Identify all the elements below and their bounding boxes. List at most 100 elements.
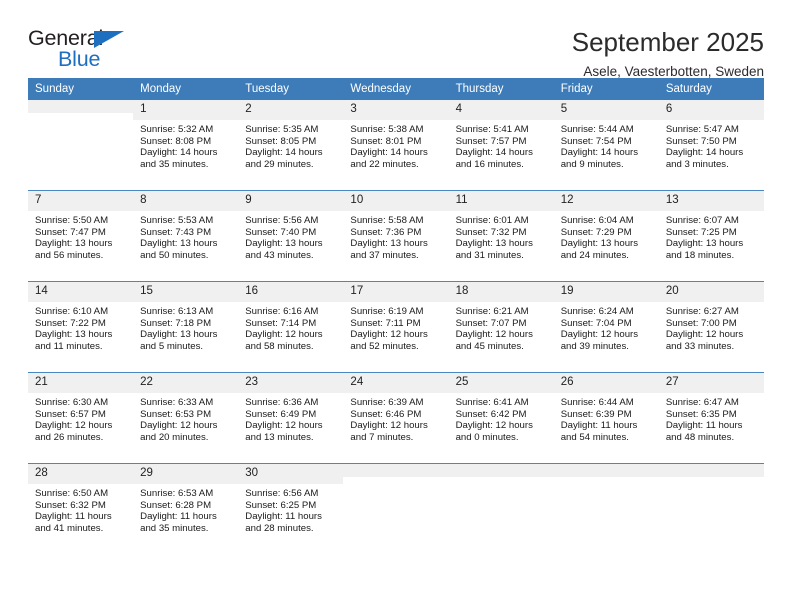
day-number: 3 <box>343 100 449 120</box>
calendar-day-cell[interactable]: 2 Sunrise: 5:35 AM Sunset: 8:05 PM Daylight… <box>238 100 344 191</box>
sunset-text: Sunset: 6:46 PM <box>350 408 422 420</box>
weekday-header-thursday: Thursday <box>448 78 554 100</box>
daylight-text: Daylight: 13 hours and 11 minutes. <box>35 329 113 352</box>
calendar-day-cell[interactable]: 4 Sunrise: 5:41 AM Sunset: 7:57 PM Daylight… <box>448 100 554 191</box>
day-details: Sunrise: 6:24 AM Sunset: 7:04 PM Daylight:… <box>554 302 659 352</box>
day-number: 8 <box>133 191 239 211</box>
weekday-header-tuesday: Tuesday <box>238 78 344 100</box>
daylight-text: Daylight: 13 hours and 31 minutes. <box>455 238 533 261</box>
sunset-text: Sunset: 7:00 PM <box>665 317 737 329</box>
calendar-day-cell[interactable]: 10 Sunrise: 5:58 AM Sunset: 7:36 PM Dayligh… <box>343 190 449 282</box>
calendar-day-cell[interactable]: 15 Sunrise: 6:13 AM Sunset: 7:18 PM Dayligh… <box>133 281 239 373</box>
weekday-header-monday: Monday <box>133 78 239 100</box>
calendar-day-cell[interactable]: 22 Sunrise: 6:33 AM Sunset: 6:53 PM Dayligh… <box>133 372 239 464</box>
sunrise-text: Sunrise: 6:21 AM <box>455 306 529 317</box>
day-details: Sunrise: 6:47 AM Sunset: 6:35 PM Daylight:… <box>659 393 764 443</box>
page-header: General Blue September 2025 Asele, Vaest… <box>28 0 764 79</box>
daylight-text: Daylight: 13 hours and 37 minutes. <box>350 238 428 261</box>
day-number: 2 <box>238 100 344 120</box>
sunrise-text: Sunrise: 6:13 AM <box>140 306 214 317</box>
sunrise-text: Sunrise: 5:38 AM <box>350 124 424 135</box>
calendar-day-cell[interactable]: 9 Sunrise: 5:56 AM Sunset: 7:40 PM Daylight… <box>238 190 344 282</box>
calendar-day-cell[interactable]: 3 Sunrise: 5:38 AM Sunset: 8:01 PM Daylight… <box>343 100 449 191</box>
day-number: 29 <box>133 464 239 484</box>
day-number: 1 <box>133 100 239 120</box>
calendar-day-cell-empty <box>448 463 554 554</box>
sunrise-text: Sunrise: 6:33 AM <box>140 397 214 408</box>
calendar-week-row: 14 Sunrise: 6:10 AM Sunset: 7:22 PM Dayligh… <box>28 281 764 373</box>
sunset-text: Sunset: 7:32 PM <box>455 226 527 238</box>
daylight-text: Daylight: 13 hours and 50 minutes. <box>140 238 218 261</box>
calendar-day-cell[interactable]: 8 Sunrise: 5:53 AM Sunset: 7:43 PM Daylight… <box>133 190 239 282</box>
daylight-text: Daylight: 12 hours and 20 minutes. <box>140 420 218 443</box>
calendar-day-cell[interactable]: 11 Sunrise: 6:01 AM Sunset: 7:32 PM Dayligh… <box>448 190 554 282</box>
sunrise-text: Sunrise: 6:44 AM <box>560 397 634 408</box>
calendar-day-cell[interactable]: 25 Sunrise: 6:41 AM Sunset: 6:42 PM Dayligh… <box>448 372 554 464</box>
calendar-day-cell[interactable]: 21 Sunrise: 6:30 AM Sunset: 6:57 PM Dayligh… <box>28 372 134 464</box>
calendar-day-cell[interactable]: 24 Sunrise: 6:39 AM Sunset: 6:46 PM Dayligh… <box>343 372 449 464</box>
daylight-text: Daylight: 14 hours and 3 minutes. <box>665 147 744 170</box>
sunset-text: Sunset: 8:01 PM <box>350 135 422 147</box>
sunset-text: Sunset: 6:42 PM <box>455 408 527 420</box>
calendar-day-cell[interactable]: 14 Sunrise: 6:10 AM Sunset: 7:22 PM Dayligh… <box>28 281 134 373</box>
day-details: Sunrise: 6:13 AM Sunset: 7:18 PM Daylight:… <box>133 302 238 352</box>
day-number: 24 <box>343 373 449 393</box>
sunset-text: Sunset: 8:05 PM <box>245 135 317 147</box>
sunrise-text: Sunrise: 5:41 AM <box>455 124 529 135</box>
calendar-day-cell[interactable]: 26 Sunrise: 6:44 AM Sunset: 6:39 PM Dayligh… <box>553 372 659 464</box>
calendar-day-cell[interactable]: 27 Sunrise: 6:47 AM Sunset: 6:35 PM Dayligh… <box>658 372 764 464</box>
logo-text-blue: Blue <box>58 47 101 71</box>
sunset-text: Sunset: 7:54 PM <box>560 135 632 147</box>
calendar-day-cell[interactable]: 1 Sunrise: 5:32 AM Sunset: 8:08 PM Daylight… <box>133 100 239 191</box>
sunset-text: Sunset: 7:18 PM <box>140 317 212 329</box>
sunset-text: Sunset: 7:50 PM <box>665 135 737 147</box>
day-number: 11 <box>448 191 554 211</box>
calendar-week-row: 28 Sunrise: 6:50 AM Sunset: 6:32 PM Dayligh… <box>28 463 764 554</box>
daylight-text: Daylight: 12 hours and 26 minutes. <box>35 420 113 443</box>
day-details: Sunrise: 5:47 AM Sunset: 7:50 PM Daylight:… <box>659 120 764 170</box>
sunrise-text: Sunrise: 6:39 AM <box>350 397 424 408</box>
sunset-text: Sunset: 6:57 PM <box>35 408 106 420</box>
daylight-text: Daylight: 11 hours and 41 minutes. <box>35 511 112 534</box>
sunrise-text: Sunrise: 6:36 AM <box>245 397 319 408</box>
sunset-text: Sunset: 7:29 PM <box>560 226 632 238</box>
calendar-day-cell[interactable]: 7 Sunrise: 5:50 AM Sunset: 7:47 PM Daylight… <box>28 190 134 282</box>
sunset-text: Sunset: 7:07 PM <box>455 317 527 329</box>
day-details: Sunrise: 6:07 AM Sunset: 7:25 PM Daylight:… <box>659 211 764 261</box>
daylight-text: Daylight: 14 hours and 9 minutes. <box>560 147 639 170</box>
day-number: 7 <box>28 191 134 211</box>
calendar-day-cell[interactable]: 6 Sunrise: 5:47 AM Sunset: 7:50 PM Daylight… <box>658 100 764 191</box>
sunrise-text: Sunrise: 5:47 AM <box>665 124 739 135</box>
sunrise-text: Sunrise: 6:47 AM <box>665 397 739 408</box>
day-details: Sunrise: 5:53 AM Sunset: 7:43 PM Daylight:… <box>133 211 238 261</box>
day-details: Sunrise: 5:41 AM Sunset: 7:57 PM Daylight:… <box>449 120 554 170</box>
calendar-day-cell[interactable]: 28 Sunrise: 6:50 AM Sunset: 6:32 PM Dayligh… <box>28 463 134 554</box>
sunset-text: Sunset: 7:36 PM <box>350 226 422 238</box>
day-details: Sunrise: 6:16 AM Sunset: 7:14 PM Daylight:… <box>238 302 343 352</box>
calendar-day-cell[interactable]: 16 Sunrise: 6:16 AM Sunset: 7:14 PM Dayligh… <box>238 281 344 373</box>
day-number: 25 <box>448 373 554 393</box>
calendar-page: General Blue September 2025 Asele, Vaest… <box>0 0 792 612</box>
calendar-day-cell[interactable]: 29 Sunrise: 6:53 AM Sunset: 6:28 PM Dayligh… <box>133 463 239 554</box>
calendar-day-cell[interactable]: 23 Sunrise: 6:36 AM Sunset: 6:49 PM Dayligh… <box>238 372 344 464</box>
calendar-day-cell[interactable]: 18 Sunrise: 6:21 AM Sunset: 7:07 PM Dayligh… <box>448 281 554 373</box>
day-number <box>343 464 449 477</box>
day-details: Sunrise: 6:50 AM Sunset: 6:32 PM Daylight:… <box>28 484 133 534</box>
calendar-day-cell[interactable]: 30 Sunrise: 6:56 AM Sunset: 6:25 PM Dayligh… <box>238 463 344 554</box>
calendar-day-cell[interactable]: 12 Sunrise: 6:04 AM Sunset: 7:29 PM Dayligh… <box>553 190 659 282</box>
day-number: 13 <box>658 191 764 211</box>
day-number: 10 <box>343 191 449 211</box>
daylight-text: Daylight: 14 hours and 29 minutes. <box>245 147 323 170</box>
sunrise-text: Sunrise: 5:35 AM <box>245 124 319 135</box>
sunrise-text: Sunrise: 6:27 AM <box>665 306 739 317</box>
calendar-day-cell[interactable]: 17 Sunrise: 6:19 AM Sunset: 7:11 PM Dayligh… <box>343 281 449 373</box>
calendar-day-cell[interactable]: 19 Sunrise: 6:24 AM Sunset: 7:04 PM Dayligh… <box>553 281 659 373</box>
day-details: Sunrise: 6:01 AM Sunset: 7:32 PM Daylight:… <box>449 211 554 261</box>
daylight-text: Daylight: 12 hours and 52 minutes. <box>350 329 428 352</box>
calendar-day-cell[interactable]: 5 Sunrise: 5:44 AM Sunset: 7:54 PM Daylight… <box>553 100 659 191</box>
calendar-day-cell[interactable]: 13 Sunrise: 6:07 AM Sunset: 7:25 PM Dayligh… <box>658 190 764 282</box>
day-number <box>658 464 764 477</box>
day-number: 5 <box>553 100 659 120</box>
calendar-day-cell[interactable]: 20 Sunrise: 6:27 AM Sunset: 7:00 PM Dayligh… <box>658 281 764 373</box>
calendar-day-cell-empty <box>28 100 134 191</box>
